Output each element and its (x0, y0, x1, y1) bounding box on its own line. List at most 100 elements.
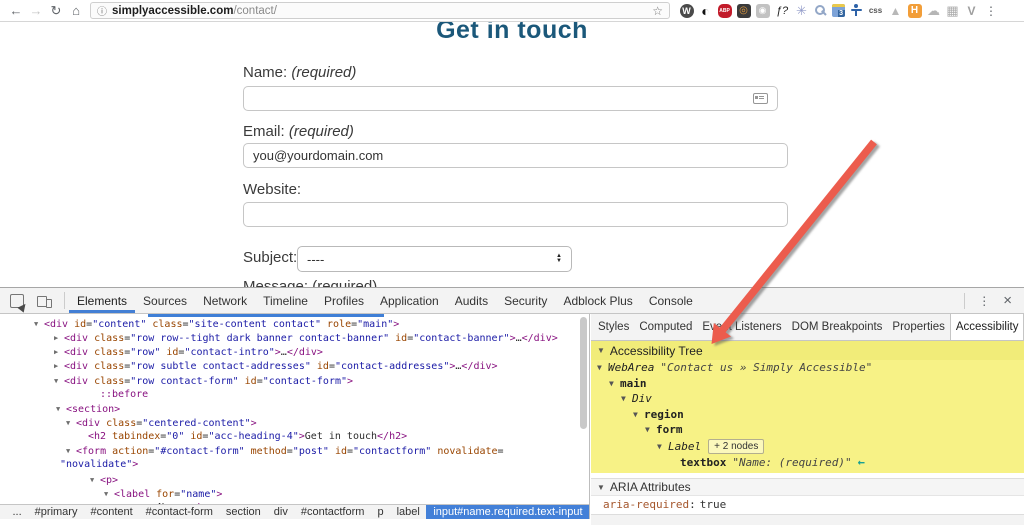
back-button[interactable]: ← (6, 3, 26, 18)
dom-tree-row[interactable]: ▶ <div class="row row--tight dark banner … (0, 331, 580, 345)
sidebar-tab-dom-breakpoints[interactable]: DOM Breakpoints (787, 314, 888, 340)
forward-button[interactable]: → (26, 3, 46, 18)
accessibility-tree-section-header[interactable]: ▼ Accessibility Tree (591, 341, 1024, 360)
chevron-down-icon[interactable]: ▼ (633, 410, 644, 419)
contrast-icon[interactable]: ◐ (698, 2, 713, 19)
expand-arrow-open-icon[interactable]: ▼ (104, 487, 114, 501)
sidebar-tab-properties[interactable]: Properties (887, 314, 949, 340)
v-icon[interactable]: V (964, 2, 979, 19)
expand-arrow-closed-icon[interactable]: ▶ (54, 359, 64, 373)
url-bar[interactable]: ⓘ simplyaccessible.com /contact/ ☆ (90, 2, 670, 19)
wordpress-icon[interactable]: W (679, 2, 694, 19)
breadcrumb-item[interactable]: #contactform (294, 505, 371, 519)
dom-tree-row[interactable]: ▼ <label for="name"> (0, 487, 580, 501)
collapsed-section-bar[interactable] (591, 514, 1024, 525)
sidebar-tab-computed[interactable]: Computed (634, 314, 697, 340)
breadcrumb-item-selected[interactable]: input#name.required.text-input (426, 505, 589, 519)
expand-arrow-open-icon[interactable]: ▼ (66, 444, 76, 458)
accessibility-tree-node[interactable]: textbox "Name: (required)" ← (591, 455, 1024, 471)
dom-tree-row[interactable]: ::before (0, 388, 580, 402)
tab-network[interactable]: Network (195, 288, 255, 313)
cloud-icon[interactable]: ☁ (926, 2, 941, 19)
tab-console[interactable]: Console (641, 288, 701, 313)
email-input[interactable] (243, 143, 788, 168)
node-reference-arrow-icon[interactable]: ← (858, 455, 865, 469)
tab-timeline[interactable]: Timeline (255, 288, 316, 313)
chevron-down-icon[interactable]: ▼ (621, 394, 632, 403)
device-toolbar-icon[interactable] (37, 294, 52, 308)
dom-tree-row[interactable]: ▼ <div class="row contact-form" id="conta… (0, 374, 580, 388)
dom-tree-row[interactable]: ▶ <div class="row subtle contact-addresse… (0, 359, 580, 373)
dom-tree-row[interactable]: ▼ <form action="#contact-form" method="po… (0, 444, 580, 458)
css-icon[interactable]: css (867, 2, 884, 19)
autofill-contact-icon[interactable] (753, 93, 768, 104)
tab-security[interactable]: Security (496, 288, 555, 313)
dom-tree-row[interactable]: ▼ <div id="content" class="site-content c… (0, 317, 580, 331)
scrollbar-thumb[interactable] (580, 317, 587, 429)
breadcrumb-item[interactable]: #contact-form (139, 505, 219, 519)
validator-triangle-icon[interactable]: ▲ (888, 2, 903, 19)
tab-sources[interactable]: Sources (135, 288, 195, 313)
expand-arrow-open-icon[interactable]: ▼ (56, 402, 66, 416)
dom-tree-row[interactable]: <h2 tabindex="0" id="acc-heading-4">Get … (0, 430, 580, 444)
screenshot-icon[interactable]: ◎ (736, 2, 751, 19)
expand-arrow-open-icon[interactable]: ▼ (90, 473, 100, 487)
aria-attributes-section-header[interactable]: ▼ ARIA Attributes (591, 478, 1024, 496)
tab-adblock-plus[interactable]: Adblock Plus (555, 288, 640, 313)
breadcrumb-item[interactable]: #primary (28, 505, 84, 519)
dom-tree-row[interactable]: ▼ <p> (0, 473, 580, 487)
accessibility-tree-node[interactable]: ▼ form (591, 422, 1024, 438)
expand-arrow-open-icon[interactable]: ▼ (34, 317, 44, 331)
breadcrumb-item[interactable]: #content (84, 505, 139, 519)
breadcrumb-item[interactable]: label (390, 505, 426, 519)
chevron-down-icon[interactable]: ▼ (645, 425, 656, 434)
tab-audits[interactable]: Audits (447, 288, 496, 313)
gear-flower-icon[interactable]: ✳ (794, 2, 809, 19)
sidebar-tab-event-listeners[interactable]: Event Listeners (697, 314, 786, 340)
h-icon[interactable]: H (907, 2, 922, 19)
dom-tree-row[interactable]: ▶ <div class="row" id="contact-intro">…</… (0, 345, 580, 359)
reload-button[interactable]: ↻ (46, 3, 66, 19)
inspect-element-icon[interactable] (10, 293, 29, 313)
breadcrumb-item[interactable]: section (219, 505, 267, 519)
breadcrumb-item[interactable]: p (371, 505, 390, 519)
dom-tree-row[interactable]: "novalidate"> (0, 458, 580, 472)
expand-arrow-closed-icon[interactable]: ▶ (54, 345, 64, 359)
chevron-down-icon[interactable]: ▼ (597, 363, 608, 372)
subject-select[interactable]: ---- ▲ ▼ (297, 246, 572, 272)
devtools-close-icon[interactable]: × (1003, 293, 1012, 308)
page-info-icon[interactable]: ⓘ (97, 3, 107, 18)
tab-profiles[interactable]: Profiles (316, 288, 372, 313)
chevron-down-icon[interactable]: ▼ (657, 442, 668, 451)
tab-elements[interactable]: Elements (69, 288, 135, 313)
accessibility-person-icon[interactable] (849, 2, 863, 19)
breadcrumb-item[interactable]: div (267, 505, 294, 519)
expand-arrow-open-icon[interactable]: ▼ (54, 374, 64, 388)
browser-menu-button[interactable]: ⋮ (985, 4, 997, 18)
accessibility-tree-node[interactable]: ▼ region (591, 407, 1024, 423)
home-button[interactable]: ⌂ (66, 3, 86, 18)
magnifier-icon[interactable] (813, 2, 827, 19)
tab-application[interactable]: Application (372, 288, 447, 313)
font-question-icon[interactable]: ƒ? (774, 2, 790, 19)
chevron-down-icon[interactable]: ▼ (609, 379, 620, 388)
grid-icon[interactable]: ▦ (945, 2, 960, 19)
accessibility-tree-node[interactable]: ▼ Div (591, 391, 1024, 407)
adblock-plus-icon[interactable]: ABP (717, 2, 732, 19)
calendar-3-icon[interactable]: 3 (831, 2, 845, 19)
accessibility-tree-node[interactable]: ▼ WebArea "Contact us » Simply Accessible" (591, 360, 1024, 376)
breadcrumb-item[interactable]: ... (6, 505, 28, 519)
website-input[interactable] (243, 202, 788, 227)
bookmark-star-icon[interactable]: ☆ (652, 4, 663, 18)
accessibility-tree-node[interactable]: ▼ main (591, 376, 1024, 392)
dom-tree-row[interactable]: ▼ <div class="centered-content"> (0, 416, 580, 430)
name-input[interactable] (243, 86, 778, 111)
sidebar-tab-accessibility[interactable]: Accessibility (949, 314, 1024, 340)
expand-nodes-badge[interactable]: + 2 nodes (708, 438, 765, 454)
camera-icon[interactable]: ◉ (755, 2, 770, 19)
expand-arrow-closed-icon[interactable]: ▶ (54, 331, 64, 345)
expand-arrow-open-icon[interactable]: ▼ (66, 416, 76, 430)
devtools-menu-icon[interactable]: ⋮ (978, 294, 990, 308)
dom-tree-row[interactable]: ▼ <section> (0, 402, 580, 416)
sidebar-tab-styles[interactable]: Styles (593, 314, 634, 340)
